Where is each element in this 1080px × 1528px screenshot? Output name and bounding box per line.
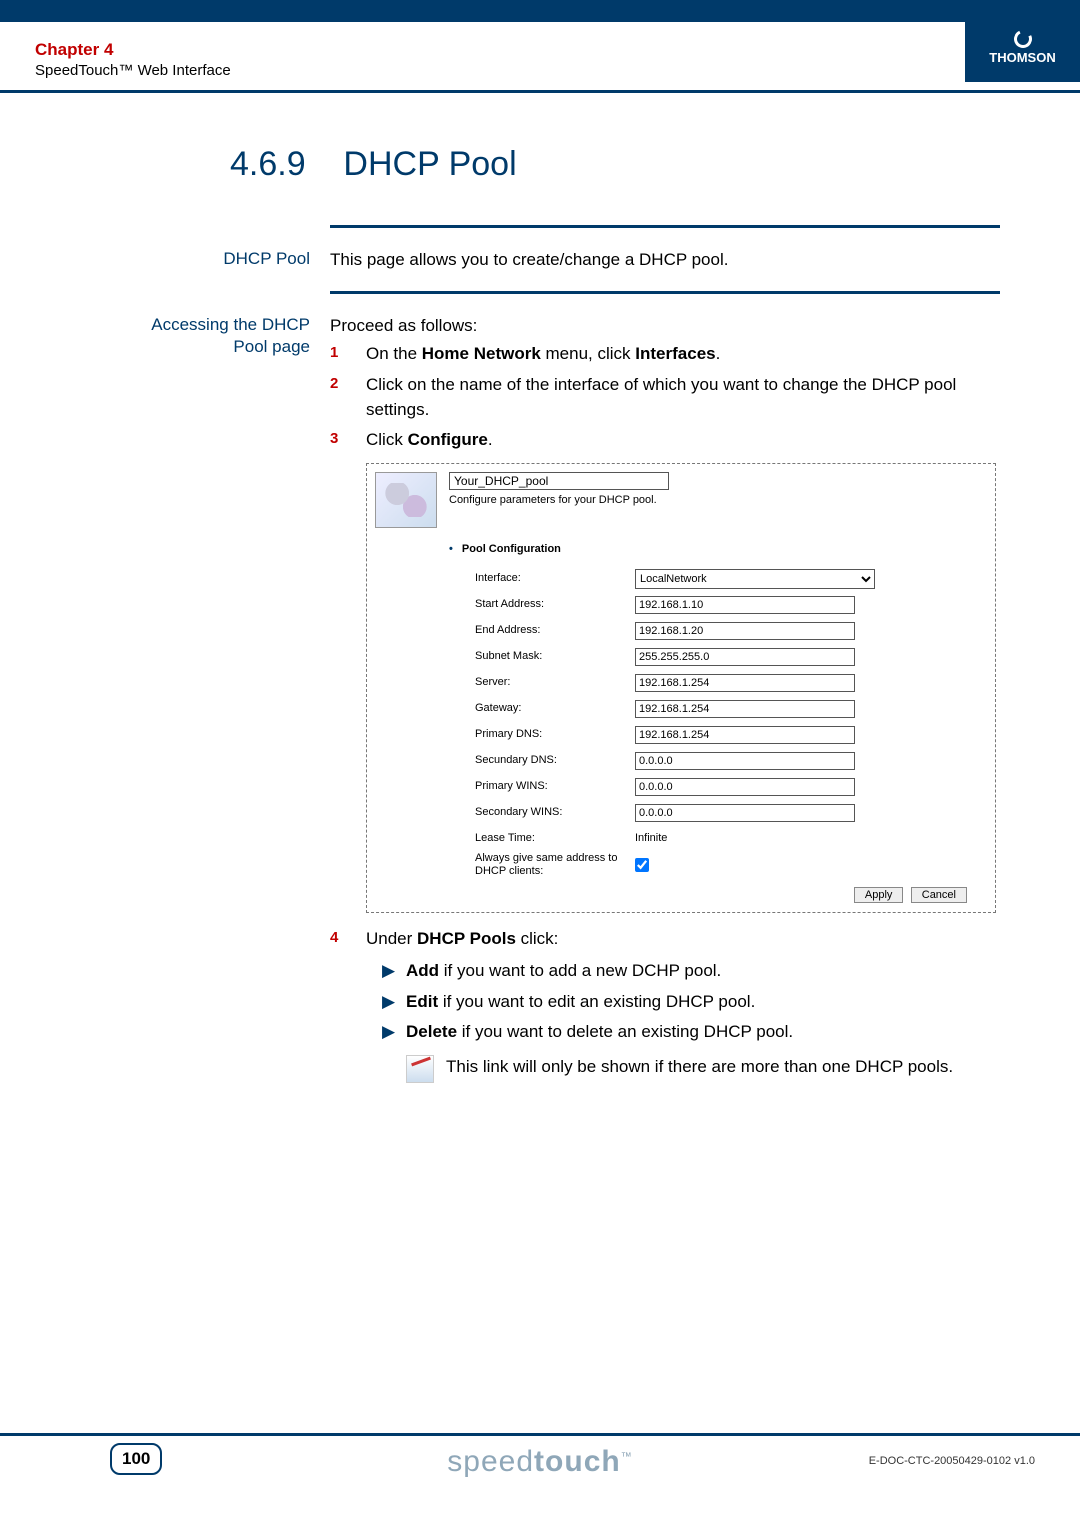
server-input[interactable] xyxy=(635,674,855,692)
chapter-subtitle: SpeedTouch™ Web Interface xyxy=(35,62,231,79)
pool-name-input[interactable] xyxy=(449,472,669,490)
gateway-input[interactable] xyxy=(635,700,855,718)
block-access: Accessing the DHCP Pool page Proceed as … xyxy=(130,294,1000,1101)
end-address-input[interactable] xyxy=(635,622,855,640)
footer-brand: speedtouch™ xyxy=(447,1445,632,1479)
note-text: This link will only be shown if there ar… xyxy=(446,1055,953,1083)
steps-list: 1 On the Home Network menu, click Interf… xyxy=(330,342,1000,453)
row-same-addr: Always give same address to DHCP clients… xyxy=(475,852,987,878)
page-number: 100 xyxy=(110,1443,162,1475)
brand-name: THOMSON xyxy=(965,50,1080,65)
pool-subtitle: Configure parameters for your DHCP pool. xyxy=(449,493,669,509)
arrow-item-add: ▶ Add if you want to add a new DCHP pool… xyxy=(382,959,1000,984)
row-interface: Interface: LocalNetwork xyxy=(475,566,987,592)
secondary-wins-input[interactable] xyxy=(635,804,855,822)
note-icon xyxy=(406,1055,434,1083)
same-address-checkbox[interactable] xyxy=(635,858,649,872)
chapter-title: Chapter 4 xyxy=(35,40,231,60)
step-num: 1 xyxy=(330,342,366,367)
lease-value: Infinite xyxy=(635,831,667,847)
row-swins: Secondary WINS: xyxy=(475,800,987,826)
step-text: Under DHCP Pools click: xyxy=(366,927,1000,952)
page-header: Chapter 4 SpeedTouch™ Web Interface xyxy=(35,40,231,79)
step-num: 2 xyxy=(330,373,366,422)
interface-select[interactable]: LocalNetwork xyxy=(635,569,875,589)
step-3: 3 Click Configure. xyxy=(330,428,1000,453)
step-num: 4 xyxy=(330,927,366,952)
row-subnet: Subnet Mask: xyxy=(475,644,987,670)
ss-header: Configure parameters for your DHCP pool. xyxy=(375,472,987,528)
step-text: On the Home Network menu, click Interfac… xyxy=(366,342,1000,367)
apply-button[interactable]: Apply xyxy=(854,887,904,903)
step-2: 2 Click on the name of the interface of … xyxy=(330,373,1000,422)
step-num: 3 xyxy=(330,428,366,453)
row-pdns: Primary DNS: xyxy=(475,722,987,748)
pool-icon xyxy=(375,472,437,528)
section-heading: 4.6.9 DHCP Pool xyxy=(230,145,517,184)
row-start: Start Address: xyxy=(475,592,987,618)
text-dhcp-pool: This page allows you to create/change a … xyxy=(330,248,1000,273)
row-lease: Lease Time: Infinite xyxy=(475,826,987,852)
step-text: Click on the name of the interface of wh… xyxy=(366,373,1000,422)
step-text: Click Configure. xyxy=(366,428,1000,453)
access-intro: Proceed as follows: xyxy=(330,314,1000,339)
block-dhcp-pool: DHCP Pool This page allows you to create… xyxy=(130,228,1000,291)
cancel-button[interactable]: Cancel xyxy=(911,887,967,903)
body-access: Proceed as follows: 1 On the Home Networ… xyxy=(330,314,1000,1083)
arrow-icon: ▶ xyxy=(382,990,406,1015)
primary-dns-input[interactable] xyxy=(635,726,855,744)
subnet-mask-input[interactable] xyxy=(635,648,855,666)
row-sdns: Secundary DNS: xyxy=(475,748,987,774)
header-rule xyxy=(0,90,1080,93)
primary-wins-input[interactable] xyxy=(635,778,855,796)
row-server: Server: xyxy=(475,670,987,696)
button-row: Apply Cancel xyxy=(375,886,967,903)
page-footer: 100 speedtouch™ E-DOC-CTC-20050429-0102 … xyxy=(0,1433,1080,1493)
step-4: 4 Under DHCP Pools click: xyxy=(330,927,1000,952)
arrow-item-delete: ▶ Delete if you want to delete an existi… xyxy=(382,1020,1000,1045)
row-gateway: Gateway: xyxy=(475,696,987,722)
arrow-item-edit: ▶ Edit if you want to edit an existing D… xyxy=(382,990,1000,1015)
arrow-icon: ▶ xyxy=(382,1020,406,1045)
pool-config-heading: • Pool Configuration xyxy=(449,542,987,558)
note: This link will only be shown if there ar… xyxy=(406,1055,1000,1083)
step-1: 1 On the Home Network menu, click Interf… xyxy=(330,342,1000,367)
doc-id: E-DOC-CTC-20050429-0102 v1.0 xyxy=(869,1455,1035,1467)
arrow-icon: ▶ xyxy=(382,959,406,984)
start-address-input[interactable] xyxy=(635,596,855,614)
arrow-list: ▶ Add if you want to add a new DCHP pool… xyxy=(330,959,1000,1045)
label-dhcp-pool: DHCP Pool xyxy=(130,248,330,273)
steps-list-cont: 4 Under DHCP Pools click: xyxy=(330,927,1000,952)
top-bar xyxy=(0,0,1080,22)
label-access: Accessing the DHCP Pool page xyxy=(130,314,330,1083)
bullet-icon: • xyxy=(449,543,453,555)
content-area: DHCP Pool This page allows you to create… xyxy=(130,225,1000,1101)
brand-logo: THOMSON xyxy=(965,22,1080,82)
config-table: Interface: LocalNetwork Start Address: E… xyxy=(475,566,987,878)
brand-ring-icon xyxy=(1011,27,1034,50)
config-screenshot: Configure parameters for your DHCP pool.… xyxy=(366,463,996,913)
row-pwins: Primary WINS: xyxy=(475,774,987,800)
secondary-dns-input[interactable] xyxy=(635,752,855,770)
row-end: End Address: xyxy=(475,618,987,644)
section-number: 4.6.9 xyxy=(230,145,306,183)
section-title: DHCP Pool xyxy=(343,145,516,183)
footer-rule xyxy=(0,1433,1080,1436)
